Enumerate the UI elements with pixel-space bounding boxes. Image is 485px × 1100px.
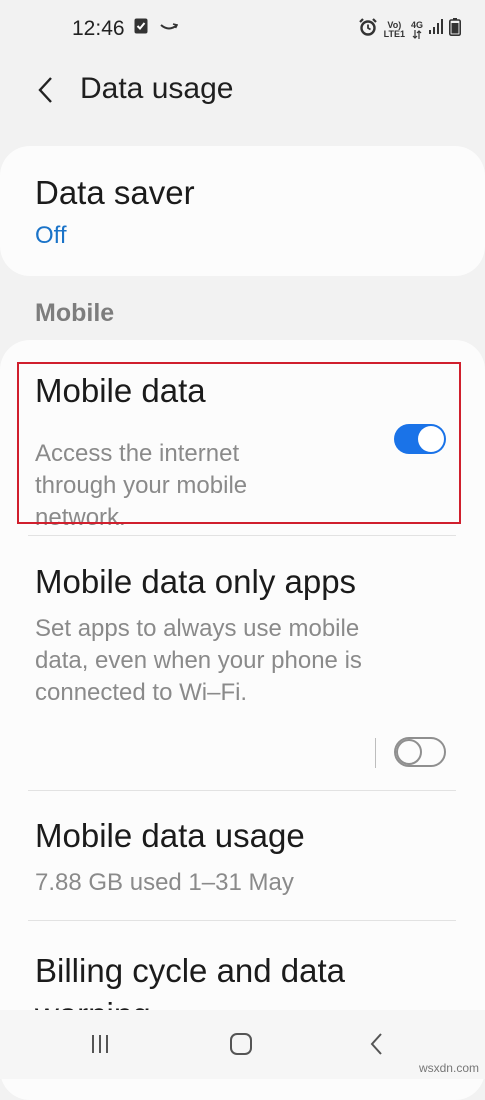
back-button[interactable] <box>26 70 66 110</box>
watermark: wsxdn.com <box>418 1061 479 1075</box>
mobile-data-only-apps-title: Mobile data only apps <box>35 563 357 600</box>
amazon-icon <box>160 20 179 38</box>
data-activity-indicator: 4G <box>410 19 423 39</box>
toggle-knob <box>396 739 422 765</box>
screenshot-icon <box>134 18 148 39</box>
navigation-bar: wsxdn.com <box>0 1010 485 1079</box>
home-icon <box>230 1033 252 1055</box>
status-bar: 12:46 Vo) LTE1 4G <box>0 0 485 58</box>
mobile-data-only-apps-toggle[interactable] <box>394 737 446 767</box>
divider <box>28 920 456 921</box>
data-saver-title: Data saver <box>35 174 195 211</box>
mobile-data-usage-title: Mobile data usage <box>35 817 305 854</box>
network-type-label: 4G <box>410 19 423 30</box>
section-header-mobile: Mobile <box>35 299 115 327</box>
home-button[interactable] <box>221 1026 261 1062</box>
divider <box>28 790 456 791</box>
data-saver-card[interactable]: Data saver Off <box>0 146 485 276</box>
nav-back-button[interactable] <box>357 1026 397 1062</box>
recent-apps-icon <box>92 1035 108 1053</box>
alarm-icon <box>358 17 378 42</box>
data-saver-value: Off <box>35 222 67 249</box>
battery-icon <box>449 18 461 41</box>
status-time: 12:46 <box>72 17 125 40</box>
highlight-box <box>17 362 461 524</box>
status-right-icons: Vo) LTE1 4G <box>358 17 461 42</box>
volte-indicator: Vo) LTE1 <box>383 20 405 39</box>
app-header: Data usage <box>0 58 485 118</box>
data-arrows-icon <box>412 29 422 39</box>
back-icon <box>370 1033 382 1055</box>
mobile-data-only-apps-description: Set apps to always use mobile data, even… <box>35 615 362 706</box>
signal-icon <box>429 19 443 40</box>
mobile-data-usage-subtitle: 7.88 GB used 1–31 May <box>35 869 294 896</box>
mobile-data-usage-row[interactable]: Mobile data usage 7.88 GB used 1–31 May <box>0 805 485 915</box>
status-left-icons <box>134 18 179 39</box>
toggle-separator <box>375 738 376 768</box>
page-title: Data usage <box>80 72 234 105</box>
recent-apps-button[interactable] <box>80 1026 120 1062</box>
lte-label: LTE1 <box>383 28 405 39</box>
divider <box>28 535 456 536</box>
chevron-left-icon <box>38 77 52 103</box>
